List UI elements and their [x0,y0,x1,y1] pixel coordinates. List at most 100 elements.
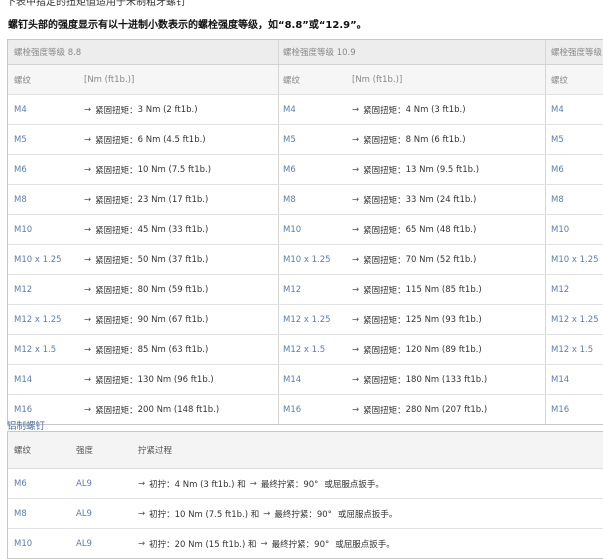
header-grade: 强度 [76,446,94,456]
table2-row: M8 AL9 → 初拧：10 Nm (7.5 ft1b.) 和 → 最终拧紧：9… [8,499,603,529]
torque-10-9: → 紧固扭矩： 280 Nm (207 ft1b.) [352,395,487,424]
arrow-icon: → [352,344,360,355]
torque-10-9: → 紧固扭矩： 120 Nm (89 ft1b.) [352,335,482,364]
thread-10-9[interactable]: M4 [283,95,296,124]
thread-8-8[interactable]: M4 [14,95,27,124]
thread-10-9[interactable]: M12 [283,275,301,304]
torque-10-9: → 紧固扭矩： 65 Nm (48 ft1b.) [352,215,476,244]
thread-12-9[interactable]: M4 [551,95,564,124]
torque-prefix: 紧固扭矩： [95,345,138,356]
torque-10-9: → 紧固扭矩： 180 Nm (133 ft1b.) [352,365,487,394]
torque-prefix: 紧固扭矩： [363,345,406,356]
torque-value: 33 Nm (24 ft1b.) [405,194,477,205]
subheader-thread: 螺纹 [551,75,569,86]
arrow-icon: → [352,374,360,385]
torque-value: 120 Nm (89 ft1b.) [405,344,482,355]
group-header-8-8: 螺栓强度等级 8.8 [14,48,82,58]
thread-link[interactable]: M6 [14,469,27,498]
thread-10-9[interactable]: M16 [283,395,301,424]
table-row: M4 → 紧固扭矩： 3 Nm (2 ft1b.) M4 → 紧固扭矩： 4 N… [8,95,603,125]
thread-12-9[interactable]: M10 x 1.25 [551,245,599,274]
thread-8-8[interactable]: M14 [14,365,32,394]
thread-10-9[interactable]: M8 [283,185,296,214]
thread-12-9[interactable]: M12 x 1.5 [551,335,593,364]
arrow-icon: → [84,224,92,235]
torque-10-9: → 紧固扭矩： 8 Nm (6 ft1b.) [352,125,466,154]
initial-torque: 初拧：4 Nm (3 ft1b.) 和 [149,479,246,490]
grade-link[interactable]: AL9 [76,529,92,558]
torque-prefix: 紧固扭矩： [95,405,138,416]
thread-10-9[interactable]: M12 x 1.5 [283,335,325,364]
final-angle: 最终拧紧：90° [260,479,319,490]
thread-10-9[interactable]: M10 x 1.25 [283,245,331,274]
torque-8-8: → 紧固扭矩： 6 Nm (4.5 ft1b.) [84,125,206,154]
thread-8-8[interactable]: M12 x 1.5 [14,335,56,364]
thread-8-8[interactable]: M12 x 1.25 [14,305,62,334]
table2-row: M6 AL9 → 初拧：4 Nm (3 ft1b.) 和 → 最终拧紧：90° … [8,469,603,499]
arrow-icon: → [84,104,92,115]
torque-value: 130 Nm (96 ft1b.) [137,374,214,385]
final-angle: 最终拧紧：90° [274,509,332,520]
table2-header: 螺纹 强度 拧紧过程 [8,432,603,469]
torque-value: 90 Nm (67 ft1b.) [137,314,209,325]
thread-12-9[interactable]: M12 [551,275,569,304]
grade-link[interactable]: AL9 [76,499,92,528]
torque-prefix: 紧固扭矩： [363,255,406,266]
thread-12-9[interactable]: M12 x 1.25 [551,305,599,334]
thread-10-9[interactable]: M12 x 1.25 [283,305,331,334]
thread-8-8[interactable]: M12 [14,275,32,304]
arrow-icon: → [352,164,360,175]
torque-8-8: → 紧固扭矩： 200 Nm (148 ft1b.) [84,395,219,424]
arrow-icon: → [84,254,92,265]
torque-prefix: 紧固扭矩： [363,375,406,386]
torque-value: 65 Nm (48 ft1b.) [405,224,477,235]
torque-prefix: 紧固扭矩： [95,375,138,386]
thread-10-9[interactable]: M6 [283,155,296,184]
torque-value: 3 Nm (2 ft1b.) [137,104,198,115]
thread-8-8[interactable]: M6 [14,155,27,184]
table-row: M12 → 紧固扭矩： 80 Nm (59 ft1b.) M12 → 紧固扭矩：… [8,275,603,305]
thread-12-9[interactable]: M10 [551,215,569,244]
thread-12-9[interactable]: M8 [551,185,564,214]
table-row: M6 → 紧固扭矩： 10 Nm (7.5 ft1b.) M6 → 紧固扭矩： … [8,155,603,185]
thread-8-8[interactable]: M10 [14,215,32,244]
torque-value: 4 Nm (3 ft1b.) [405,104,466,115]
arrow-icon: → [138,538,146,549]
thread-8-8[interactable]: M10 x 1.25 [14,245,62,274]
torque-value: 6 Nm (4.5 ft1b.) [137,134,206,145]
torque-10-9: → 紧固扭矩： 70 Nm (52 ft1b.) [352,245,476,274]
thread-12-9[interactable]: M16 [551,395,569,424]
table-row: M16 → 紧固扭矩： 200 Nm (148 ft1b.) M16 → 紧固扭… [8,395,603,424]
yield-wrench-note: 或屈服点扳手。 [324,479,384,490]
header-procedure: 拧紧过程 [138,446,173,456]
table-row: M5 → 紧固扭矩： 6 Nm (4.5 ft1b.) M5 → 紧固扭矩： 8… [8,125,603,155]
torque-8-8: → 紧固扭矩： 85 Nm (63 ft1b.) [84,335,208,364]
subheader-thread: 螺纹 [14,75,32,86]
thread-12-9[interactable]: M14 [551,365,569,394]
table-row: M12 x 1.5 → 紧固扭矩： 85 Nm (63 ft1b.) M12 x… [8,335,603,365]
procedure: → 初拧：10 Nm (7.5 ft1b.) 和 → 最终拧紧：90° 或屈服点… [138,499,397,528]
thread-10-9[interactable]: M5 [283,125,296,154]
header-thread: 螺纹 [14,446,32,456]
table-group-header: 螺栓强度等级 8.8 螺栓强度等级 10.9 螺栓强度等级 12.9 [8,40,603,65]
thread-link[interactable]: M8 [14,499,27,528]
arrow-icon: → [249,478,257,489]
torque-prefix: 紧固扭矩： [363,285,406,296]
torque-8-8: → 紧固扭矩： 45 Nm (33 ft1b.) [84,215,208,244]
thread-link[interactable]: M10 [14,529,32,558]
torque-prefix: 紧固扭矩： [95,135,138,146]
thread-12-9[interactable]: M6 [551,155,564,184]
torque-value: 10 Nm (7.5 ft1b.) [137,164,212,175]
procedure: → 初拧：20 Nm (15 ft1b.) 和 → 最终拧紧：90° 或屈服点扳… [138,529,395,558]
torque-value: 280 Nm (207 ft1b.) [405,404,488,415]
thread-10-9[interactable]: M10 [283,215,301,244]
thread-8-8[interactable]: M5 [14,125,27,154]
thread-12-9[interactable]: M5 [551,125,564,154]
table2-row: M10 AL9 → 初拧：20 Nm (15 ft1b.) 和 → 最终拧紧：9… [8,529,603,558]
thread-8-8[interactable]: M8 [14,185,27,214]
torque-value: 45 Nm (33 ft1b.) [137,224,209,235]
intro-text: 螺钉头部的强度显示有以十进制小数表示的螺栓强度等级，如“8.8”或“12.9”。 [8,20,367,31]
grade-link[interactable]: AL9 [76,469,92,498]
torque-value: 180 Nm (133 ft1b.) [405,374,488,385]
thread-10-9[interactable]: M14 [283,365,301,394]
